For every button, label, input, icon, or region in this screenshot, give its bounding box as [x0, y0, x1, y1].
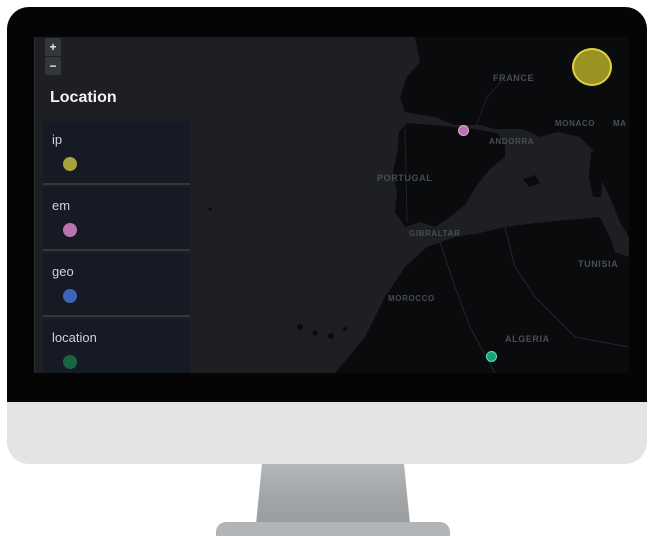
map-label-morocco: MOROCCO — [388, 294, 435, 303]
zoom-out-button[interactable]: − — [45, 57, 61, 75]
legend-swatch-geo — [63, 289, 77, 303]
legend-title: Location — [50, 89, 117, 106]
map-label-france: FRANCE — [493, 73, 535, 83]
map-label-andorra: ANDORRA — [489, 137, 535, 146]
legend-item-label: location — [52, 330, 97, 345]
land-sardinia — [589, 149, 603, 197]
map-marker-location[interactable] — [486, 351, 497, 362]
legend-item-label: em — [52, 198, 71, 213]
legend-panel: ip em geo location — [43, 121, 190, 373]
map-screen[interactable]: FRANCE ANDORRA MONACO MA PORTUGAL GIBRAL… — [35, 37, 629, 373]
legend-item-ip[interactable]: ip — [43, 121, 190, 185]
zoom-controls: + − — [45, 38, 61, 76]
legend-swatch-location — [63, 355, 77, 369]
map-marker-ip[interactable] — [572, 48, 612, 86]
map-marker-em[interactable] — [458, 125, 469, 136]
legend-item-label: ip — [52, 132, 63, 147]
legend-swatch-ip — [63, 157, 77, 171]
map-label-monaco-partial: MA — [613, 119, 627, 128]
map-label-gibraltar: GIBRALTAR — [409, 229, 461, 238]
legend-swatch-em — [63, 223, 77, 237]
map-label-portugal: PORTUGAL — [377, 173, 433, 183]
monitor-stand-neck — [256, 462, 410, 524]
map-label-tunisia: TUNISIA — [578, 259, 619, 269]
map-label-algeria: ALGERIA — [505, 334, 550, 344]
legend-item-label: geo — [52, 264, 74, 279]
land-balearic — [523, 175, 540, 187]
monitor-stand-base — [216, 522, 450, 536]
map-label-monaco: MONACO — [555, 119, 596, 128]
legend-item-em[interactable]: em — [43, 187, 190, 251]
legend-item-location[interactable]: location — [43, 319, 190, 373]
legend-item-geo[interactable]: geo — [43, 253, 190, 317]
zoom-in-button[interactable]: + — [45, 38, 61, 56]
